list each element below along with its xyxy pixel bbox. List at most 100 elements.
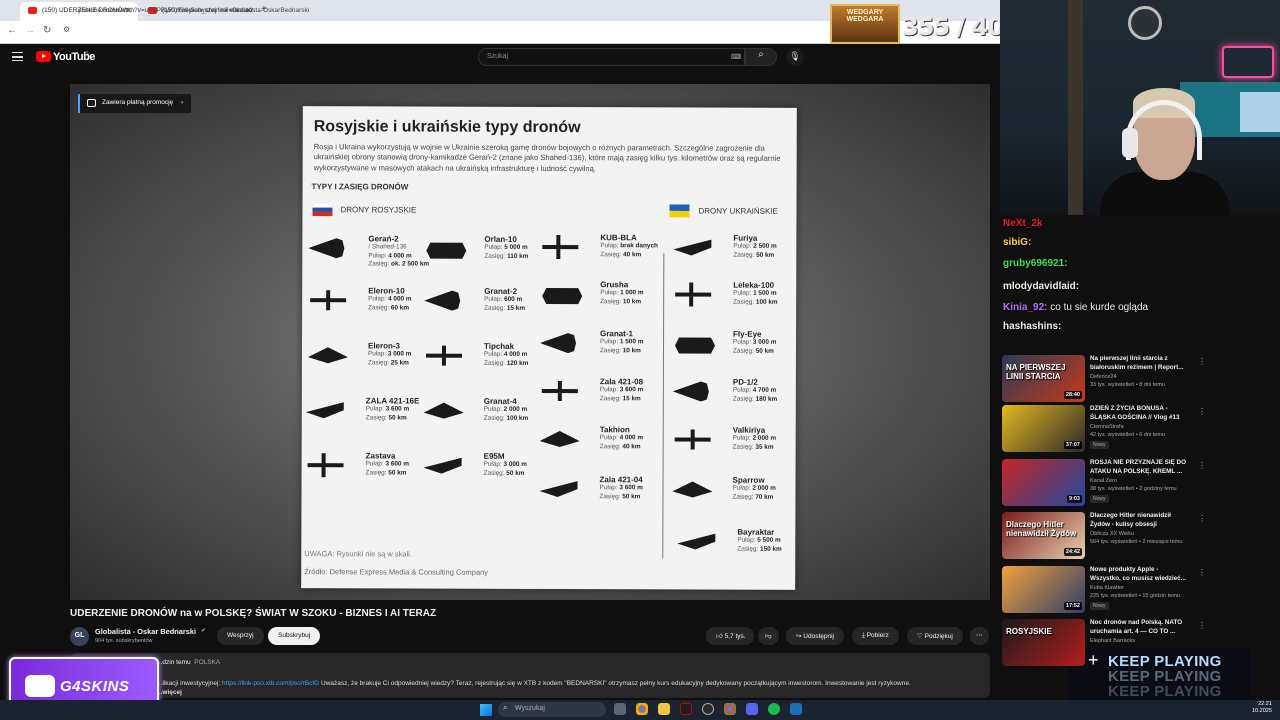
g4skins-logo-icon (25, 675, 55, 697)
drone-range: Zasięg: 10 km (600, 347, 643, 356)
drone-ceiling-label: Pułap: (599, 386, 618, 394)
video-thumbnail[interactable]: Dlaczego Hitler nienawidził Żydów 24:42 (1002, 512, 1085, 559)
drone-range-value: 120 km (506, 359, 529, 367)
drone-ceiling: Pułap: 4 000 m (368, 252, 429, 261)
drone-ceiling-value: 3 600 m (619, 484, 643, 492)
video-thumbnail[interactable]: NA PIERWSZEJ LINII STARCIA 28:40 (1002, 355, 1085, 402)
drone-range: Zasięg: ok. 2 500 km (368, 260, 429, 269)
site-info-icon[interactable]: ⚙ (63, 25, 70, 34)
thanks-button[interactable]: ♡ Podziękuj (907, 627, 963, 645)
spotify-icon[interactable] (768, 703, 780, 715)
chat-message: NeXt_2k (1003, 218, 1042, 229)
drone-silhouette-icon (540, 333, 577, 354)
url-text[interactable]: youtube.com/watch?v=uRdPRyKUEHk&ab_chann… (78, 7, 309, 14)
chevron-right-icon: › (181, 99, 184, 106)
drone-silhouette-icon (672, 481, 713, 498)
video-thumbnail[interactable]: 17:52 (1002, 566, 1085, 613)
share-button[interactable]: ↪ Udostępnij (786, 627, 844, 645)
shelf-post (1068, 0, 1083, 215)
channel-name[interactable]: Oblicza XX Wieku (1090, 531, 1134, 537)
drone-ceiling-label: Pułap: (599, 434, 618, 442)
taskbar-search[interactable]: Wyszukaj (498, 702, 606, 717)
more-actions-button[interactable]: ⋯ (970, 627, 989, 645)
drone-name: Zastava (365, 451, 396, 461)
steam-icon[interactable] (790, 703, 802, 715)
video-thumbnail[interactable]: 37:07 (1002, 405, 1085, 452)
menu-icon[interactable] (12, 52, 23, 61)
channel-name[interactable]: CiemnaStrefa (1090, 424, 1124, 430)
task-view-icon[interactable] (614, 703, 626, 715)
drone-silhouette-icon (672, 381, 709, 402)
chrome-profile-icon[interactable] (724, 703, 736, 715)
more-options-icon[interactable]: ⋮ (1198, 514, 1206, 523)
more-options-icon[interactable]: ⋮ (1198, 407, 1206, 416)
more-options-icon[interactable]: ⋮ (1198, 621, 1206, 630)
column-divider (662, 253, 665, 559)
more-options-icon[interactable]: ⋮ (1198, 461, 1206, 470)
back-icon[interactable]: ← (7, 25, 17, 36)
drone-range-value: 50 km (756, 251, 775, 259)
drone-range: Zasięg: 15 km (484, 304, 525, 313)
like-button[interactable]: 👍︎ 5,7 tys. (706, 627, 754, 645)
channel-name[interactable]: Defence24 (1090, 374, 1117, 380)
drone-ceiling-label: Pułap: (737, 536, 756, 544)
search-input[interactable]: Szukaj (478, 48, 745, 66)
drone-range-value: 180 km (755, 395, 778, 403)
thumbs-up-icon: 👍︎ (716, 633, 725, 640)
download-button[interactable]: ⤓ Pobierz (852, 627, 899, 645)
thanks-icon: ♡ (917, 633, 925, 640)
paid-promotion-badge[interactable]: Zawiera płatną promocję › (78, 94, 192, 113)
reload-icon[interactable]: ↻ (43, 25, 51, 36)
drone-ceiling-value: 4 000 m (503, 350, 528, 358)
like-count: 5,7 tys. (724, 633, 746, 640)
description-link[interactable]: https://link-pso.xtb.com/pso/rBcfG (222, 680, 319, 687)
capcut-icon[interactable] (680, 703, 692, 715)
drone-entry: Bayraktar Pułap: 5 500 m Zasięg: 150 km (677, 528, 782, 554)
channel-name[interactable]: Kuba Klawiter (1090, 585, 1124, 591)
stream-badge: WEDGARY WEDGARA (830, 4, 900, 44)
support-button[interactable]: Wesprzyj (217, 627, 264, 645)
keyboard-icon[interactable]: ⌨ (731, 53, 741, 61)
more-options-icon[interactable]: ⋮ (1198, 357, 1206, 366)
chrome-icon[interactable] (636, 703, 648, 715)
recommendation-item[interactable]: 17:52 Nowe produkty Apple - Wszystko, co … (1002, 566, 1272, 616)
recommendation-item[interactable]: 9:03 ROSJA NIE PRZYZNAJE SIĘ DO ATAKU NA … (1002, 459, 1272, 509)
video-title[interactable]: DZIEŃ Z ŻYCIA BONUSA - ŚLĄSKA GOŚCINA //… (1090, 405, 1190, 422)
search-button[interactable]: ⌕ (745, 48, 777, 66)
channel-avatar[interactable]: GL (70, 627, 89, 646)
channel-name[interactable]: Kanał Zero (1090, 478, 1117, 484)
video-title[interactable]: Nowe produkty Apple - Wszystko, co musis… (1090, 566, 1190, 583)
drone-ceiling-value: 5 500 m (757, 536, 781, 544)
more-options-icon[interactable]: ⋮ (1198, 568, 1206, 577)
drone-range-value: 10 km (622, 297, 642, 305)
youtube-logo-icon[interactable] (36, 51, 51, 62)
drone-ceiling-value: 5 000 m (504, 243, 528, 251)
recommendation-item[interactable]: 37:07 DZIEŃ Z ŻYCIA BONUSA - ŚLĄSKA GOŚCI… (1002, 405, 1272, 455)
forward-icon[interactable]: → (25, 25, 35, 36)
file-explorer-icon[interactable] (658, 703, 670, 715)
windows-start-icon[interactable] (480, 704, 492, 716)
show-more-link[interactable]: ...więcej (157, 689, 182, 696)
video-thumbnail[interactable]: 9:03 (1002, 459, 1085, 506)
wall-vinyl (1128, 6, 1162, 40)
video-title[interactable]: Dlaczego Hitler nienawidził Żydów - kuli… (1090, 512, 1190, 529)
discord-icon[interactable] (746, 703, 758, 715)
video-thumbnail[interactable]: ROSYJSKIE (1002, 619, 1085, 666)
recommendation-item[interactable]: Dlaczego Hitler nienawidził Żydów 24:42 Dl… (1002, 512, 1272, 562)
drone-ceiling-value: 1 500 m (619, 338, 644, 346)
video-player[interactable]: Zawiera płatną promocję › Rosyjskie i uk… (70, 84, 990, 600)
channel-name[interactable]: Elephant Barracks (1090, 638, 1135, 644)
recommendation-item[interactable]: NA PIERWSZEJ LINII STARCIA 28:40 Na pierws… (1002, 355, 1272, 405)
dislike-button[interactable]: 👎︎ (758, 627, 779, 645)
recommendation-item[interactable]: ROSYJSKIE Noc dronów nad Polską. NATO uru… (1002, 619, 1272, 669)
obs-icon[interactable] (702, 703, 714, 715)
subscribe-button[interactable]: Subskrybuj (268, 627, 321, 645)
video-title[interactable]: ROSJA NIE PRZYZNAJE SIĘ DO ATAKU NA POLS… (1090, 459, 1190, 476)
video-title[interactable]: Na pierwszej linii starcia z białoruskim… (1090, 355, 1190, 372)
channel-name[interactable]: Globalista - Oskar Bednarski (95, 627, 196, 636)
microphone-icon[interactable]: 🎙 (786, 48, 804, 66)
video-title[interactable]: Noc dronów nad Polską. NATO uruchamia ar… (1090, 619, 1190, 636)
drone-ceiling: Pułap: 2 000 m (484, 406, 528, 415)
verified-icon: ✔ (201, 628, 207, 634)
video-duration: 9:03 (1066, 495, 1082, 503)
